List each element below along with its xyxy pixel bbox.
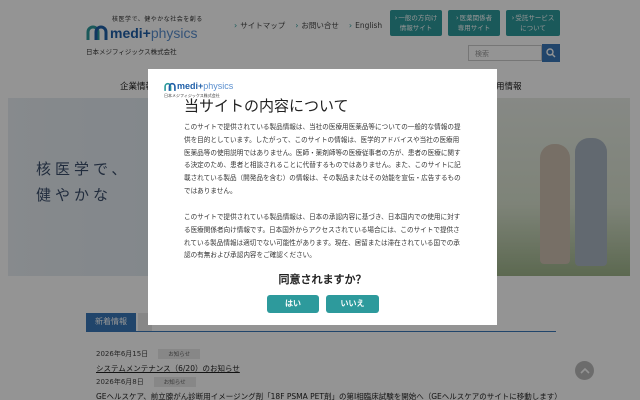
agree-yes-button[interactable]: はい — [267, 295, 319, 313]
modal-question: 同意されますか？ — [278, 273, 367, 286]
disclaimer-modal: medi+physics 日本メジフィジックス株式会社 当サイトの内容について … — [148, 69, 497, 325]
logo-mark-icon — [164, 82, 176, 91]
modal-logo-wordmark: medi+physics — [177, 81, 233, 91]
modal-paragraph-2: このサイトで提供されている製品情報は、日本の承認内容に基づき、日本国内での使用に… — [184, 213, 461, 260]
modal-logo-main: medi+ — [177, 81, 204, 91]
modal-title: 当サイトの内容について — [184, 97, 349, 115]
modal-logo-thin: physics — [203, 81, 234, 91]
modal-paragraph-1: このサイトで提供されている製品情報は、当社の医療用医薬品等についての一般的な情報… — [184, 123, 461, 195]
agree-no-button[interactable]: いいえ — [326, 295, 379, 313]
